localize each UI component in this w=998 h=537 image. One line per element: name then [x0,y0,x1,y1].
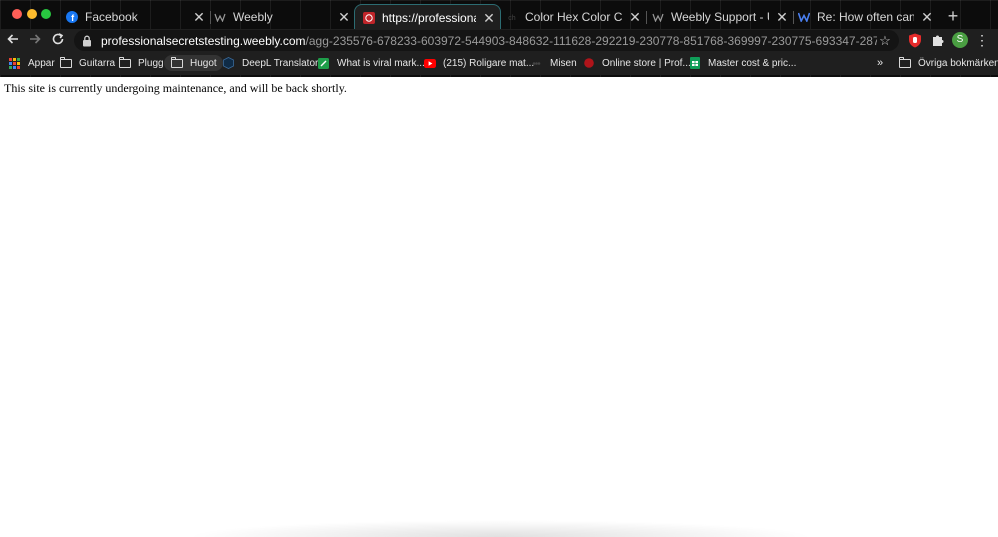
maximize-window-button[interactable] [41,9,51,19]
red-circle-icon [582,57,595,69]
lock-icon[interactable] [80,34,94,48]
deepl-icon [222,57,235,69]
bookmark-label: Guitarra [79,57,116,69]
facebook-icon: f [66,11,78,23]
bookmark-label: DeepL Translator [242,57,319,69]
tab-close-button[interactable]: ✕ [482,11,496,25]
tab-weebly-community[interactable]: Re: How often can error b ✕ [798,4,934,30]
misen-icon [530,57,543,69]
bookmark-label: (215) Roligare mat... [443,57,535,69]
svg-text:ch: ch [508,15,516,22]
tab-title: Re: How often can error b [817,10,914,24]
bookmark-folder-hugot[interactable]: Hugot [164,55,223,71]
adblock-extension-icon[interactable] [907,32,923,48]
tab-title: Facebook [85,10,138,24]
bookmark-star-icon[interactable]: ☆ [877,33,893,49]
tab-close-button[interactable]: ✕ [920,10,934,24]
folder-icon [118,56,131,69]
tab-facebook[interactable]: f Facebook ✕ [66,4,206,30]
bookmark-viral-marketing[interactable]: What is viral mark... [317,55,425,71]
url-path: /agg-235576-678233-603972-544903-848632-… [305,33,877,48]
colorhex-icon: ch [506,11,518,23]
bottom-shadow [185,520,815,537]
bookmark-label: Online store | Prof... [602,57,691,69]
bookmark-deepl[interactable]: DeepL Translator [222,55,318,71]
profile-avatar[interactable]: S [952,32,968,48]
tab-separator [210,11,211,24]
tab-weebly[interactable]: Weebly ✕ [214,4,351,30]
tab-professionalsecrets[interactable]: https://professionalsecret ✕ [354,4,501,30]
bookmark-label: What is viral mark... [337,57,425,69]
site-favicon [363,11,375,24]
tab-separator [646,11,647,24]
bookmark-label: Appar [28,57,55,69]
new-tab-button[interactable]: + [945,7,961,25]
folder-icon [170,56,183,69]
weebly-w-icon [798,11,810,23]
bookmark-youtube[interactable]: (215) Roligare mat... [423,55,534,71]
tab-close-button[interactable]: ✕ [628,10,642,24]
reload-button[interactable] [49,32,67,50]
tab-color-hex[interactable]: ch Color Hex Color Codes ✕ [506,4,642,30]
folder-icon [59,56,72,69]
other-bookmarks-folder[interactable]: Övriga bokmärken [898,55,998,71]
tab-separator [793,11,794,24]
weebly-icon [214,11,226,23]
bookmark-folder-plugg[interactable]: Plugg [118,55,164,71]
address-bar[interactable]: professionalsecretstesting.weebly.com/ag… [74,30,899,51]
folder-icon [898,56,911,69]
bookmark-master-cost[interactable]: Master cost & pric... [688,55,796,71]
tab-close-button[interactable]: ✕ [337,10,351,24]
back-button[interactable] [4,32,22,50]
bookmark-folder-guitarra[interactable]: Guitarra [59,55,115,71]
forward-button[interactable] [26,32,44,50]
bookmark-label: Övriga bokmärken [918,57,998,69]
bookmark-appar[interactable]: Appar [8,55,55,71]
tab-title: Weebly Support - US [671,10,769,24]
bookmark-label: Hugot [190,57,217,69]
apps-grid-icon [8,57,21,69]
arrow-right-icon [30,34,41,44]
bookmark-green-icon [317,57,330,69]
tab-close-button[interactable]: ✕ [192,10,206,24]
more-menu-icon[interactable]: ⋮ [975,31,989,49]
arrow-left-icon [7,34,18,44]
tab-weebly-support[interactable]: Weebly Support - US ✕ [652,4,789,30]
bookmarks-overflow-button[interactable]: » [877,55,883,71]
page-content [0,77,998,537]
extensions-puzzle-icon[interactable] [930,32,946,48]
weebly-icon [652,11,664,23]
tab-title: Color Hex Color Codes [525,10,622,24]
sheets-icon [688,57,701,69]
bookmark-label: Master cost & pric... [708,57,797,69]
tab-title: https://professionalsecret [382,10,476,25]
youtube-icon [423,57,436,69]
reload-icon [52,33,64,45]
maintenance-message: This site is currently undergoing mainte… [4,81,347,95]
url-text[interactable]: professionalsecretstesting.weebly.com/ag… [101,34,877,48]
close-window-button[interactable] [12,9,22,19]
url-host: professionalsecretstesting.weebly.com [101,33,306,48]
bookmark-misen[interactable]: Misen [530,55,577,71]
bookmark-online-store[interactable]: Online store | Prof... [582,55,691,71]
minimize-window-button[interactable] [27,9,37,19]
bookmark-label: Plugg [138,57,164,69]
bookmark-label: Misen [550,57,577,69]
tab-title: Weebly [233,10,273,24]
tab-close-button[interactable]: ✕ [775,10,789,24]
